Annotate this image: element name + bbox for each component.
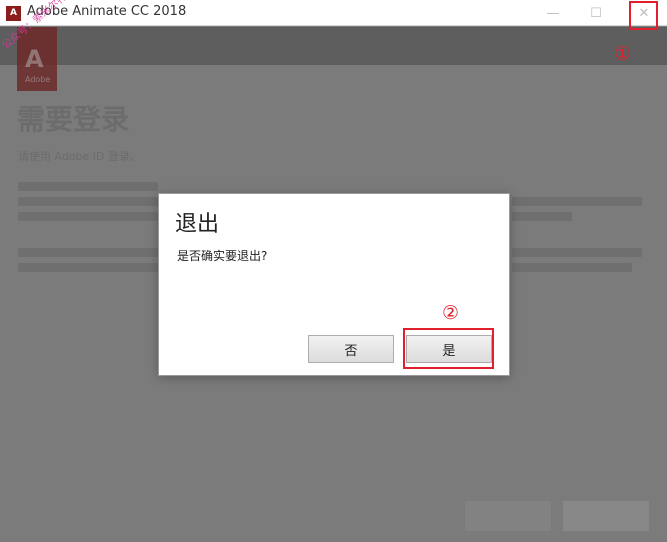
paragraph-line xyxy=(18,248,158,257)
header-band xyxy=(0,27,667,65)
maximize-button[interactable]: ☐ xyxy=(573,0,619,26)
dialog-title: 退出 xyxy=(175,212,220,237)
adobe-app-icon: A xyxy=(6,6,21,21)
paragraph-line xyxy=(18,212,158,221)
adobe-logo-letter: A xyxy=(25,45,44,73)
step-marker-2: ② xyxy=(442,302,460,324)
exit-confirm-dialog: 退出 是否确实要退出? 否 是 xyxy=(158,193,510,376)
close-button-highlight xyxy=(629,1,658,30)
minimize-button[interactable]: — xyxy=(530,0,576,26)
paragraph-line xyxy=(512,197,642,206)
step-marker-1: ① xyxy=(614,43,632,65)
adobe-logo-word: Adobe xyxy=(25,75,51,84)
maximize-icon: ☐ xyxy=(590,5,602,21)
background-secondary-button xyxy=(465,501,551,531)
page-heading: 需要登录 xyxy=(17,103,130,136)
no-button[interactable]: 否 xyxy=(308,335,394,363)
yes-button[interactable]: 是 xyxy=(406,335,492,363)
paragraph-line xyxy=(18,263,158,272)
background-primary-button xyxy=(563,501,649,531)
sign-in-prompt: 请使用 Adobe ID 登录。 xyxy=(18,150,141,163)
paragraph-line xyxy=(18,197,158,206)
dialog-message: 是否确实要退出? xyxy=(177,249,268,263)
minimize-icon: — xyxy=(546,5,560,21)
paragraph-line xyxy=(512,212,572,221)
paragraph-line xyxy=(18,182,158,191)
paragraph-line xyxy=(512,263,632,272)
paragraph-line xyxy=(512,248,642,257)
title-bar: A Adobe Animate CC 2018 — ☐ ✕ xyxy=(0,0,667,26)
